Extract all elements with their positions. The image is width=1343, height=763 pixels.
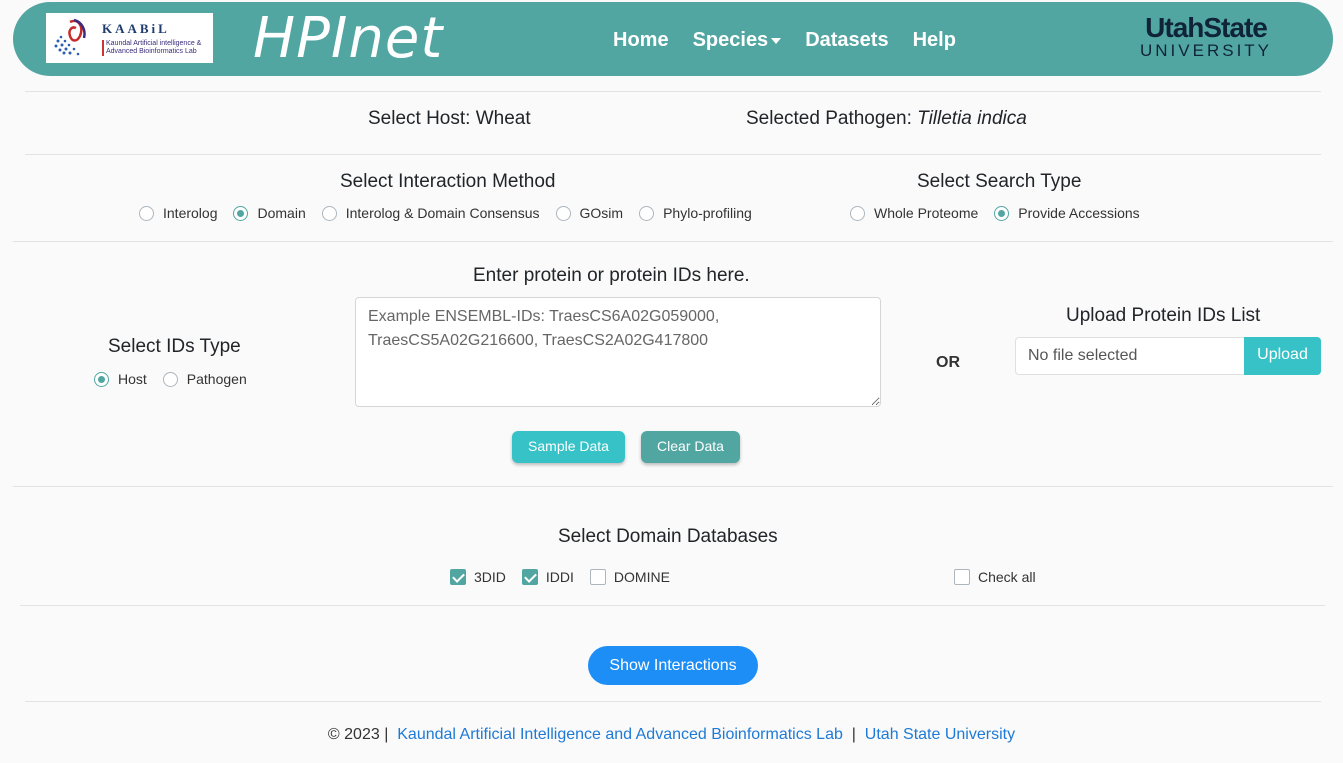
check-all-row: Check all xyxy=(954,569,1036,585)
radio-whole-proteome[interactable] xyxy=(850,205,865,221)
clear-data-button[interactable]: Clear Data xyxy=(641,431,740,463)
upload-title: Upload Protein IDs List xyxy=(1066,305,1261,326)
radio-interolog[interactable] xyxy=(139,205,154,221)
footer: © 2023 | Kaundal Artificial Intelligence… xyxy=(0,726,1343,744)
footer-separator: | xyxy=(851,726,856,743)
radio-label-pathogen: Pathogen xyxy=(186,371,247,387)
nav-datasets[interactable]: Datasets xyxy=(805,29,888,52)
checkbox-label-check-all: Check all xyxy=(978,569,1036,585)
footer-copyright: © 2023 | xyxy=(327,726,389,743)
nav-species-label: Species xyxy=(692,29,769,51)
radio-phylo[interactable] xyxy=(639,205,655,221)
selected-pathogen-name: Tilletia indica xyxy=(917,108,1027,129)
ids-type-radios: Host Pathogen xyxy=(94,371,263,387)
interaction-method-title: Select Interaction Method xyxy=(340,171,556,192)
domain-db-checkboxes: 3DID IDDI DOMINE xyxy=(450,569,686,585)
ids-type-title: Select IDs Type xyxy=(108,336,241,357)
divider xyxy=(25,154,1321,155)
checkbox-check-all[interactable] xyxy=(954,569,970,585)
radio-gosim[interactable] xyxy=(555,205,571,221)
radio-label-gosim: GOsim xyxy=(579,205,624,221)
brand-title[interactable]: HPInet xyxy=(253,6,443,71)
logo-title: KAABiL xyxy=(102,21,170,36)
sample-data-button[interactable]: Sample Data xyxy=(512,431,625,463)
upload-button[interactable]: Upload xyxy=(1244,337,1321,375)
divider xyxy=(25,91,1321,92)
radio-label-interolog: Interolog xyxy=(163,205,218,221)
or-label: OR xyxy=(936,354,960,371)
radio-label-phylo: Phylo-profiling xyxy=(663,205,752,221)
selected-pathogen-prefix: Selected Pathogen: xyxy=(746,108,918,129)
radio-domain[interactable] xyxy=(233,205,249,221)
selected-host: Select Host: Wheat xyxy=(368,108,531,129)
protein-input-title: Enter protein or protein IDs here. xyxy=(473,265,750,286)
show-interactions-button[interactable]: Show Interactions xyxy=(588,646,758,685)
divider xyxy=(20,605,1325,606)
search-type-title: Select Search Type xyxy=(917,171,1082,192)
chevron-down-icon xyxy=(771,37,782,44)
checkbox-label-domine: DOMINE xyxy=(613,569,670,585)
checkbox-iddi[interactable] xyxy=(521,569,538,585)
divider xyxy=(13,241,1333,242)
radio-host[interactable] xyxy=(94,371,109,387)
protein-ids-textarea[interactable] xyxy=(355,297,881,407)
divider xyxy=(25,701,1321,702)
footer-lab-link[interactable]: Kaundal Artificial Intelligence and Adva… xyxy=(397,726,843,743)
checkbox-label-3did: 3DID xyxy=(474,569,506,585)
radio-label-domain: Domain xyxy=(257,205,306,221)
checkbox-label-iddi: IDDI xyxy=(545,569,574,585)
radio-label-provide-accessions: Provide Accessions xyxy=(1018,205,1140,221)
nav-help[interactable]: Help xyxy=(913,29,956,52)
radio-label-host: Host xyxy=(118,371,147,387)
interaction-method-radios: Interolog Domain Interolog & Domain Cons… xyxy=(139,205,768,221)
usu-logo[interactable]: UtahState UNIVERSITY xyxy=(1140,14,1272,60)
nav-home[interactable]: Home xyxy=(613,29,669,52)
usu-logo-top: UtahState xyxy=(1145,12,1268,43)
radio-provide-accessions[interactable] xyxy=(994,205,1010,221)
logo-subtitle: Kaundal Artificial intelligence & Advanc… xyxy=(102,40,210,56)
checkbox-3did[interactable] xyxy=(450,569,466,585)
nav-links: Home Species Datasets Help xyxy=(613,29,980,52)
divider xyxy=(13,486,1333,487)
usu-logo-bottom: UNIVERSITY xyxy=(1140,41,1273,60)
selected-pathogen: Selected Pathogen: Tilletia indica xyxy=(746,108,1027,130)
footer-usu-link[interactable]: Utah State University xyxy=(865,726,1015,743)
radio-label-consensus: Interolog & Domain Consensus xyxy=(345,205,540,221)
file-input[interactable]: No file selected xyxy=(1015,337,1245,375)
domain-db-title: Select Domain Databases xyxy=(558,526,778,547)
kaabil-logo[interactable]: KAABiL Kaundal Artificial intelligence &… xyxy=(46,13,213,63)
search-type-radios: Whole Proteome Provide Accessions xyxy=(850,205,1156,221)
kaabil-emblem-icon xyxy=(54,18,86,56)
radio-consensus[interactable] xyxy=(321,205,337,221)
radio-pathogen[interactable] xyxy=(162,371,178,387)
nav-species[interactable]: Species xyxy=(693,29,782,52)
radio-label-whole-proteome: Whole Proteome xyxy=(874,205,979,221)
checkbox-domine[interactable] xyxy=(589,569,606,585)
top-navbar: KAABiL Kaundal Artificial intelligence &… xyxy=(13,2,1333,76)
